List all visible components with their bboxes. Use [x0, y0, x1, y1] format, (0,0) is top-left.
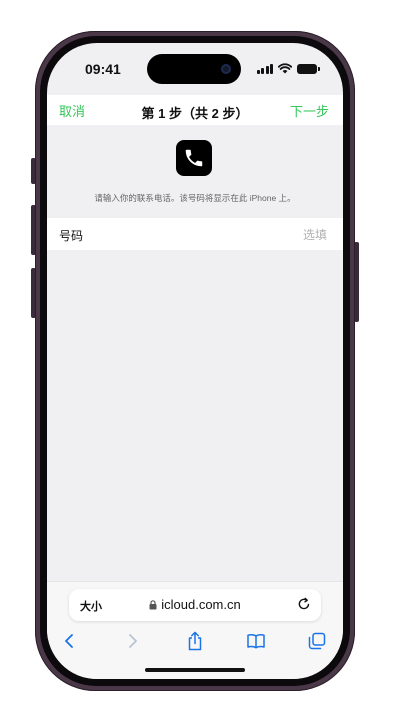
- cellular-signal-icon: [256, 63, 273, 74]
- number-input[interactable]: [175, 224, 329, 246]
- forward-chevron-icon: [129, 634, 137, 648]
- phone-screen: 09:41 取消 第 1 步（共 2 步） 下一步 请输入你的联系电话。该号码将…: [47, 43, 343, 679]
- safari-bottom-bar: 大小 icloud.com.cn: [47, 581, 343, 679]
- bookmarks-button[interactable]: [244, 629, 268, 653]
- battery-icon: [297, 64, 320, 74]
- status-icons: [256, 63, 320, 74]
- reload-icon[interactable]: [297, 597, 311, 611]
- url-text: icloud.com.cn: [161, 597, 241, 612]
- phone-handset-icon: [185, 149, 203, 167]
- tabs-button[interactable]: [305, 629, 329, 653]
- wifi-icon: [278, 63, 292, 74]
- next-step-button[interactable]: 下一步: [290, 101, 329, 120]
- home-indicator: [145, 668, 245, 672]
- safari-toolbar: [47, 627, 343, 655]
- nav-bar: 取消 第 1 步（共 2 步） 下一步: [47, 95, 343, 125]
- tabs-icon: [308, 632, 326, 650]
- camera-icon: [221, 64, 231, 74]
- share-icon: [188, 631, 202, 651]
- bookmarks-icon: [247, 633, 265, 649]
- address-bar[interactable]: 大小 icloud.com.cn: [69, 589, 321, 621]
- lock-icon: [149, 599, 157, 609]
- url-display: icloud.com.cn: [69, 597, 321, 612]
- phone-icon: [176, 140, 212, 176]
- forward-button[interactable]: [121, 629, 145, 653]
- number-row: 号码: [47, 218, 343, 250]
- dynamic-island: [147, 54, 241, 84]
- number-label: 号码: [59, 229, 84, 243]
- back-button[interactable]: [57, 629, 81, 653]
- share-button[interactable]: [183, 629, 207, 653]
- status-time: 09:41: [85, 61, 121, 77]
- back-chevron-icon: [65, 634, 73, 648]
- instructions-text: 请输入你的联系电话。该号码将显示在此 iPhone 上。: [94, 193, 296, 203]
